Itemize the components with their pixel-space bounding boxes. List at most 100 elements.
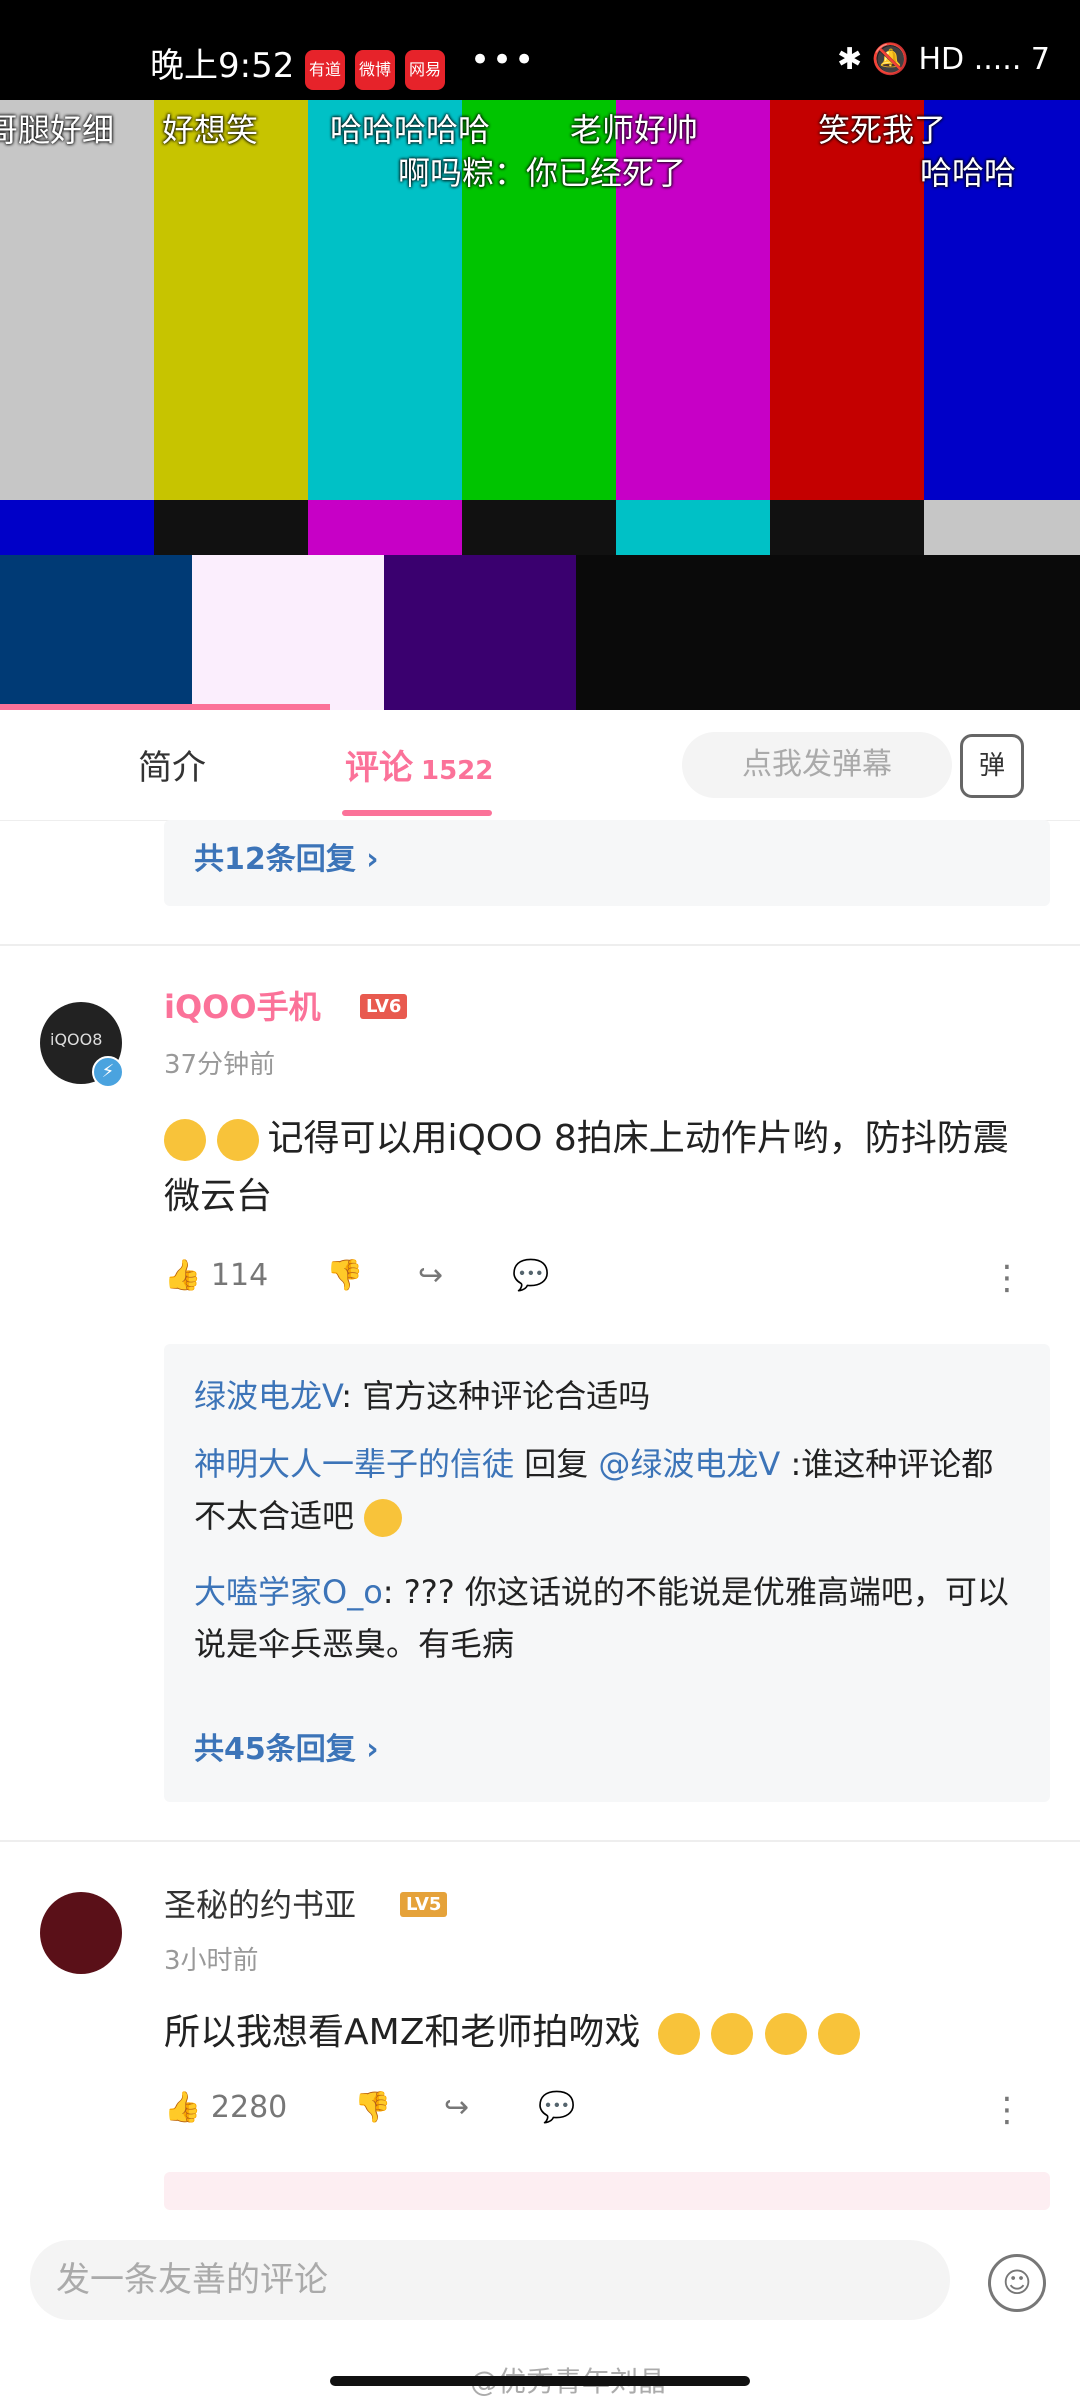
tab-intro[interactable]: 简介 [138,740,206,789]
comment-time: 3小时前 [164,1946,259,1976]
weibo-app-icon: 微博 [355,50,395,90]
like-button[interactable]: 👍 114 [164,1258,268,1293]
shocked-emoji-icon [711,2013,754,2055]
level-badge: LV6 [360,994,408,1019]
danmaku-text: 笑死我了 [818,111,947,149]
status-bar: 晚上9:52 有道 微博 网易 ••• ✱ 🔕 HD ..... 7 [0,0,1080,100]
divider [0,944,1080,946]
sub-bar-gray [924,500,1080,555]
like-button[interactable]: 👍 2280 [164,2090,287,2125]
comment-actions: 👍 2280 👎 ↪ 💬 ⋮ [164,2090,1044,2140]
youdao-app-icon: 有道 [305,50,345,90]
netease-app-icon: 网易 [405,50,445,90]
danmaku-text: 啊吗粽：你已经死了 [398,154,687,192]
reply-username[interactable]: 大嗑学家O_o [194,1573,383,1611]
share-icon: ↪ [444,2090,470,2125]
danmaku-text: 哥腿好细 [0,111,115,149]
share-button[interactable]: ↪ [418,1258,443,1293]
reply-item[interactable]: 绿波电龙V: 官方这种评论合适吗 [194,1370,1014,1422]
sub-bar-black-3 [770,500,924,555]
comments-count: 1522 [421,756,494,786]
home-indicator[interactable] [330,2376,750,2386]
more-options-icon[interactable]: ⋮ [990,1258,1024,1298]
comment-username[interactable]: iQOO手机 [164,982,321,1028]
share-button[interactable]: ↪ [444,2090,469,2125]
comment-username[interactable]: 圣秘的约书亚 [164,1880,356,1926]
tab-bar: 简介 评论 1522 点我发弹幕 弹 [0,710,1080,821]
pluge-white [192,555,384,710]
reply-username[interactable]: 神明大人一辈子的信徒 [194,1445,514,1483]
danmaku-text: 哈哈哈 [920,154,1017,192]
danmaku-toggle-icon[interactable]: 弹 [960,734,1024,798]
emoji-picker-icon[interactable]: ☺ [988,2254,1046,2312]
status-time: 晚上9:52 [150,46,295,86]
shocked-emoji-icon [764,2013,807,2055]
comment-text: 记得可以用iQOO 8拍床上动作片哟，防抖防震微云台 [164,1118,1009,1217]
reply-text: : 官方这种评论合适吗 [341,1377,651,1415]
dislike-button[interactable]: 👎 [354,2090,391,2125]
danmaku-text: 老师好帅 [570,111,699,149]
share-icon: ↪ [418,1258,444,1293]
comment-input[interactable]: 发一条友善的评论 [30,2240,950,2320]
comment-content: 所以我想看AMZ和老师拍吻戏 [164,2004,1044,2062]
tab-comments[interactable]: 评论 1522 [345,740,493,789]
reply-box [164,2172,1050,2210]
thumbs-up-icon: 👍 [164,1258,202,1293]
sub-bar-cyan [616,500,770,555]
avatar-text: iQOO8 [50,1030,103,1049]
danmaku-text: 哈哈哈哈哈 [330,111,491,149]
tab-comments-label: 评论 [345,748,413,788]
comment-text: 所以我想看AMZ和老师拍吻戏 [164,2012,641,2053]
thumbs-down-icon: 👎 [326,1258,364,1293]
avatar[interactable]: iQOO8 ⚡ [40,1002,124,1088]
sub-bar-blue [0,500,154,555]
danmaku-text: 好想笑 [162,111,259,149]
avatar[interactable] [40,1892,122,1974]
reply-box: 共12条回复 › [164,820,1050,906]
more-options-icon[interactable]: ⋮ [990,2090,1024,2130]
reply-button[interactable]: 💬 [538,2090,575,2125]
color-bar-gray [0,100,154,500]
comment-actions: 👍 114 👎 ↪ 💬 ⋮ [164,1258,1044,1308]
like-count: 114 [210,1258,269,1293]
emoji-icon [164,1119,206,1161]
emoji-icon [217,1119,260,1161]
divider [0,1840,1080,1842]
status-indicators: ✱ 🔕 HD ..... 7 [836,42,1050,77]
sub-bar-black-2 [462,500,616,555]
sub-bar-black [154,500,308,555]
reply-connector: 回复 [514,1445,599,1483]
reply-item[interactable]: 大嗑学家O_o: ??? 你这话说的不能说是优雅高端吧，可以说是伞兵恶臭。有毛病 [194,1566,1014,1670]
pluge-purple [384,555,576,710]
danmaku-input[interactable]: 点我发弹幕 [682,732,952,798]
reply-button[interactable]: 💬 [512,1258,549,1293]
pluge-black [576,555,1080,710]
view-replies-link[interactable]: 共45条回复 › [194,1724,379,1768]
shocked-emoji-icon [818,2013,861,2055]
comment-time: 37分钟前 [164,1050,276,1080]
reply-mention[interactable]: @绿波电龙V [598,1445,780,1483]
view-replies-link[interactable]: 共12条回复 › [194,834,379,878]
like-count: 2280 [210,2090,288,2125]
active-tab-indicator [342,810,492,816]
comment-content: 记得可以用iQOO 8拍床上动作片哟，防抖防震微云台 [164,1110,1044,1226]
verified-badge-icon: ⚡ [92,1056,124,1088]
reply-box: 绿波电龙V: 官方这种评论合适吗 神明大人一辈子的信徒 回复 @绿波电龙V :谁… [164,1344,1050,1802]
shocked-emoji-icon [657,2013,700,2055]
comment-bubble-icon: 💬 [538,2090,576,2125]
laugh-cry-emoji-icon [364,1499,403,1537]
sub-bar-magenta [308,500,462,555]
color-bar-yellow [154,100,308,500]
video-player[interactable]: 哥腿好细 好想笑 哈哈哈哈哈 老师好帅 笑死我了 啊吗粽：你已经死了 哈哈哈 [0,100,1080,710]
comment-input-bar: 发一条友善的评论 ☺ @优秀青年刘晶 [0,2210,1080,2400]
more-notifications-icon: ••• [470,40,537,80]
pluge-navy [0,555,192,710]
comment-bubble-icon: 💬 [512,1258,550,1293]
dislike-button[interactable]: 👎 [326,1258,363,1293]
reply-username[interactable]: 绿波电龙V [194,1377,341,1415]
thumbs-up-icon: 👍 [164,2090,202,2125]
color-bar-red [770,100,924,500]
thumbs-down-icon: 👎 [354,2090,392,2125]
level-badge: LV5 [400,1892,448,1917]
reply-item[interactable]: 神明大人一辈子的信徒 回复 @绿波电龙V :谁这种评论都不太合适吧 [194,1438,1014,1542]
